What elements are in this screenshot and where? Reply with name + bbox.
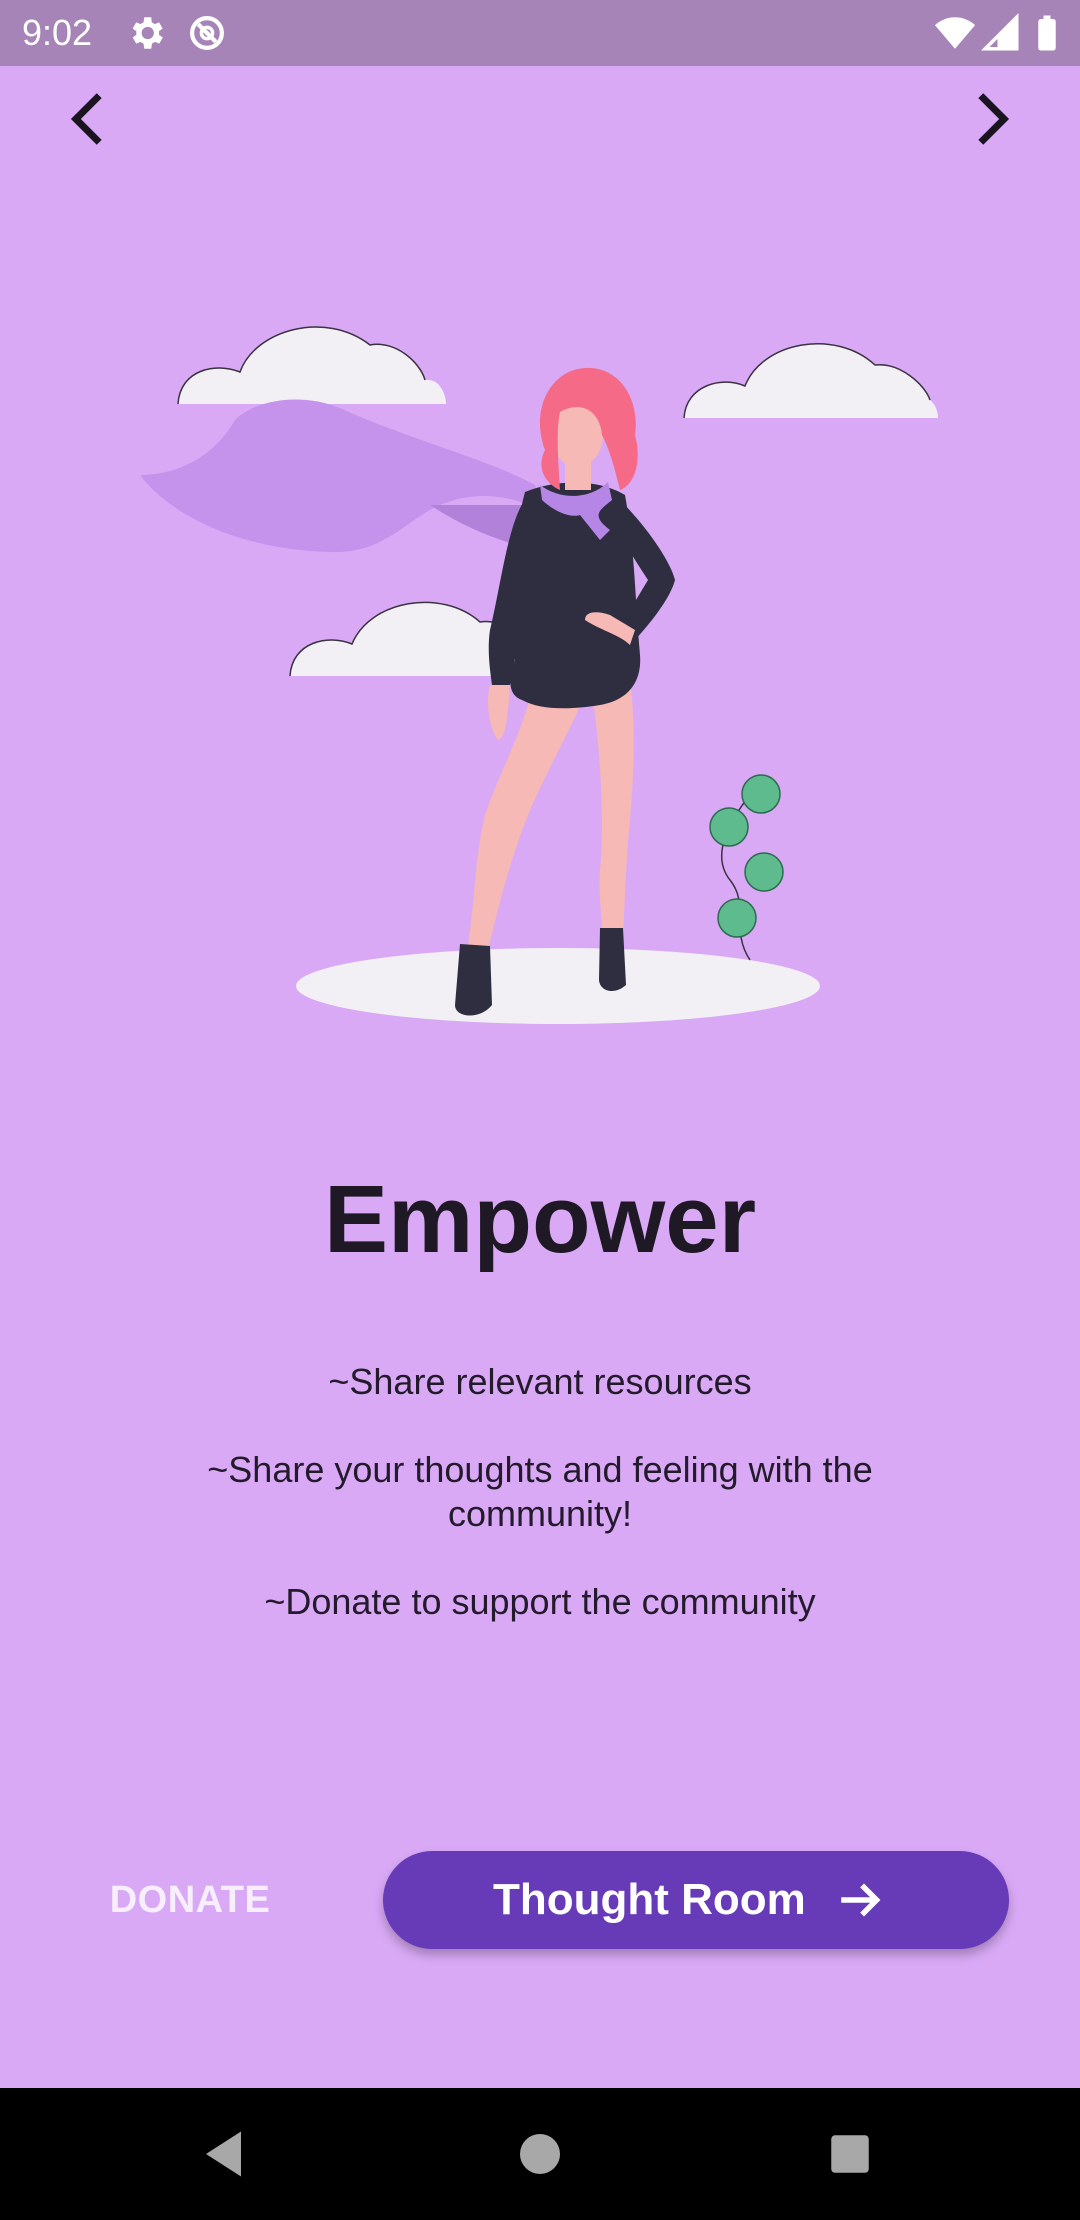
battery-icon	[1026, 12, 1068, 54]
thought-room-label: Thought Room	[493, 1875, 806, 1924]
donate-button[interactable]: DONATE	[100, 1870, 280, 1930]
bullet-share-thoughts: ~Share your thoughts and feeling with th…	[207, 1449, 873, 1534]
cloud-top-right	[683, 343, 938, 419]
status-time: 9:02	[22, 12, 93, 53]
bullet-donate: ~Donate to support the community	[264, 1581, 816, 1622]
arrow-right-icon	[835, 1875, 885, 1925]
status-bar: 9:02	[0, 0, 1080, 66]
chevron-left-icon	[70, 93, 102, 145]
settings-icon	[125, 12, 167, 54]
back-triangle-icon[interactable]	[196, 2124, 256, 2184]
signal-icon	[980, 12, 1022, 54]
chevron-right-icon	[978, 93, 1010, 145]
thought-room-button[interactable]: Thought Room	[383, 1851, 1009, 1949]
cloud-top-left	[177, 326, 446, 405]
recents-square-icon[interactable]	[820, 2124, 880, 2184]
home-circle-icon[interactable]	[510, 2124, 570, 2184]
page-title: Empower	[323, 1166, 757, 1273]
system-navigation-bar	[0, 2088, 1080, 2220]
back-button[interactable]	[54, 84, 124, 154]
wifi-icon	[934, 12, 976, 54]
next-button[interactable]	[956, 84, 1026, 154]
bullet-share-resources: ~Share relevant resources	[328, 1361, 752, 1402]
woman-with-cape-illustration	[140, 326, 938, 1024]
data-saver-icon	[186, 12, 228, 54]
